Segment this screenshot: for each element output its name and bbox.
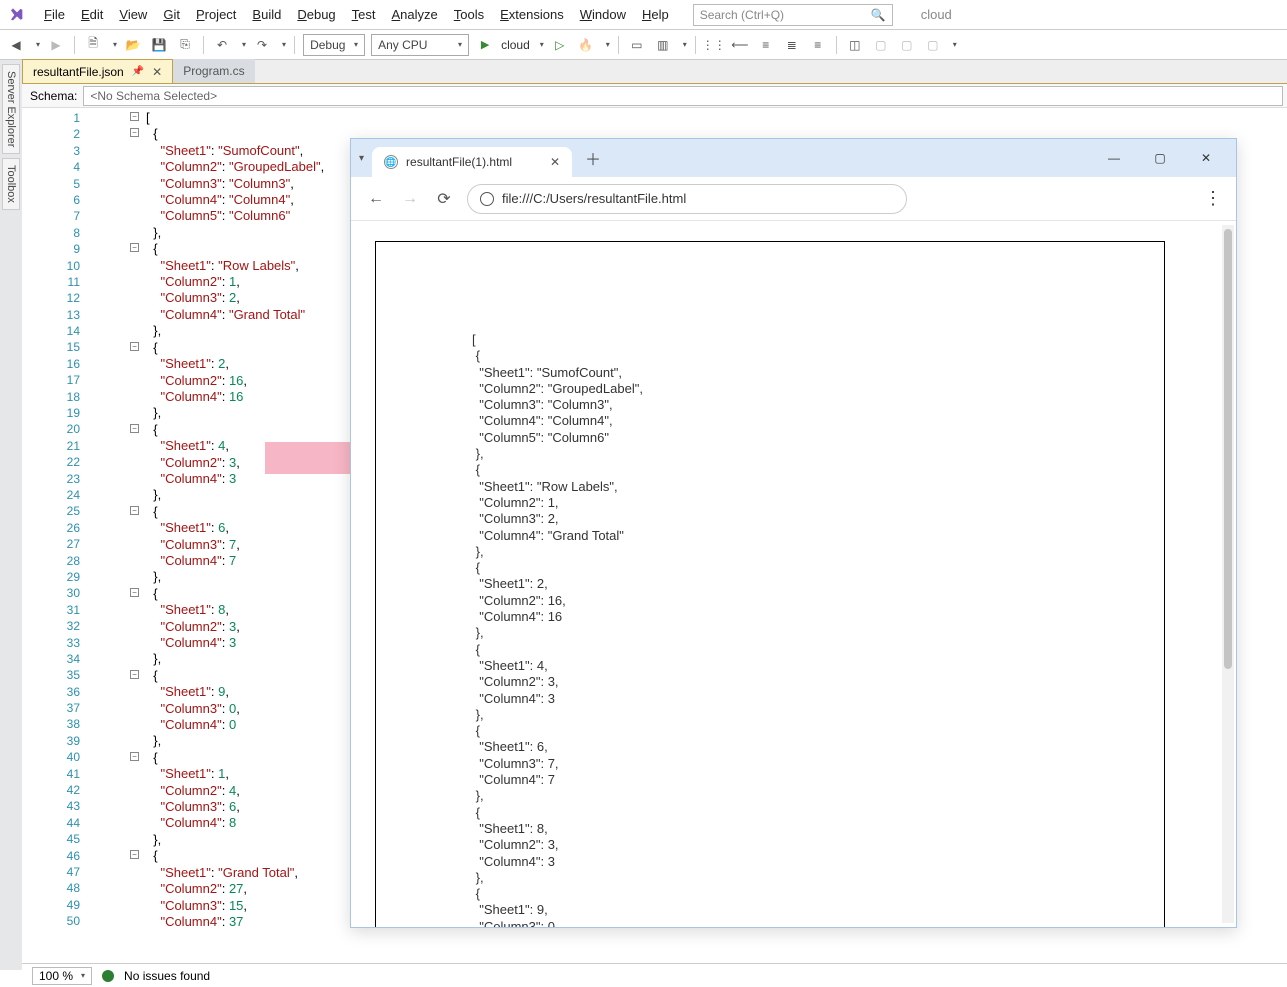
fold-toggle[interactable]: − <box>130 588 139 597</box>
menu-tools[interactable]: Tools <box>446 5 492 24</box>
zoom-combo[interactable]: 100 %▾ <box>32 967 92 985</box>
browser-tab-title: resultantFile(1).html <box>406 155 512 169</box>
document-tab-strip: resultantFile.json 📌 ✕ Program.cs <box>22 60 1287 84</box>
new-tab-button[interactable]: ＋ <box>580 145 606 171</box>
start-nodebug-button[interactable]: ▷ <box>550 35 570 55</box>
browser-menu-icon[interactable]: ⋮ <box>1204 188 1222 209</box>
sidewin-toolbox[interactable]: Toolbox <box>2 158 20 210</box>
fold-toggle[interactable]: − <box>130 506 139 515</box>
browser-forward-icon[interactable]: → <box>399 188 421 210</box>
menu-analyze[interactable]: Analyze <box>384 5 446 24</box>
close-window-icon[interactable]: ✕ <box>1192 151 1220 165</box>
status-ok-icon <box>102 970 114 982</box>
fold-toggle[interactable]: − <box>130 128 139 137</box>
globe-icon <box>480 192 494 206</box>
sidewin-server-explorer[interactable]: Server Explorer <box>2 64 20 154</box>
menu-git[interactable]: Git <box>155 5 188 24</box>
fold-toggle[interactable]: − <box>130 342 139 351</box>
browser-scroll-thumb[interactable] <box>1224 229 1232 669</box>
favicon-icon: 🌐 <box>384 155 398 169</box>
browser-tab[interactable]: 🌐 resultantFile(1).html ✕ <box>372 147 572 177</box>
close-icon[interactable]: ✕ <box>152 65 162 79</box>
search-placeholder: Search (Ctrl+Q) <box>700 8 784 22</box>
fold-toggle[interactable]: − <box>130 850 139 859</box>
start-debug-button[interactable]: ▶ <box>475 35 495 55</box>
fold-toggle[interactable]: − <box>130 670 139 679</box>
menu-file[interactable]: File <box>36 5 73 24</box>
new-project-icon[interactable]: 🗎 <box>83 35 103 55</box>
browser-tab-close-icon[interactable]: ✕ <box>550 155 560 169</box>
fold-toggle[interactable]: − <box>130 424 139 433</box>
menu-bar: FileEditViewGitProjectBuildDebugTestAnal… <box>0 0 1287 30</box>
browser-toolbar: ← → ⟳ file:///C:/Users/resultantFile.htm… <box>351 177 1236 221</box>
nav-fwd-icon[interactable]: ▶ <box>46 35 66 55</box>
tab-active-label: resultantFile.json <box>33 65 124 79</box>
minimize-icon[interactable]: ― <box>1100 151 1128 165</box>
fold-column: − − − − − − − − − − <box>130 108 142 963</box>
tb-icon-10: ▢ <box>897 35 917 55</box>
vs-logo-icon <box>6 4 28 26</box>
schema-combo[interactable]: <No Schema Selected> <box>83 86 1283 106</box>
browser-scrollbar[interactable] <box>1222 225 1234 923</box>
left-toolwindow-strip: Server Explorer Toolbox <box>0 60 22 970</box>
tb-icon-11: ▢ <box>923 35 943 55</box>
page-content: [ { "Sheet1": "SumofCount", "Column2": "… <box>472 332 643 927</box>
menu-help[interactable]: Help <box>634 5 677 24</box>
address-bar[interactable]: file:///C:/Users/resultantFile.html <box>467 184 907 214</box>
tb-icon-6[interactable]: ≣ <box>782 35 802 55</box>
fold-toggle[interactable]: − <box>130 243 139 252</box>
menu-project[interactable]: Project <box>188 5 244 24</box>
save-all-icon[interactable]: ⎘ <box>175 35 195 55</box>
browser-back-icon[interactable]: ← <box>365 188 387 210</box>
url-text: file:///C:/Users/resultantFile.html <box>502 191 686 206</box>
tb-icon-8[interactable]: ◫ <box>845 35 865 55</box>
solution-config-combo[interactable]: Debug▾ <box>303 34 365 56</box>
undo-icon[interactable]: ↶ <box>212 35 232 55</box>
menu-view[interactable]: View <box>111 5 155 24</box>
search-box[interactable]: Search (Ctrl+Q) 🔍 <box>693 4 893 26</box>
tb-icon-7[interactable]: ≡ <box>808 35 828 55</box>
issues-text: No issues found <box>124 969 210 983</box>
tab-active[interactable]: resultantFile.json 📌 ✕ <box>22 59 173 83</box>
nav-back-icon[interactable]: ◀ <box>6 35 26 55</box>
menu-test[interactable]: Test <box>344 5 384 24</box>
standard-toolbar: ◀ ▾ ▶ 🗎 ▾ 📂 💾 ⎘ ↶▾ ↷▾ Debug▾ Any CPU▾ ▶ … <box>0 30 1287 60</box>
tab-inactive[interactable]: Program.cs <box>173 59 254 83</box>
tab-dropdown-icon[interactable]: ▾ <box>359 153 364 164</box>
account-label[interactable]: cloud <box>921 7 952 22</box>
fold-toggle[interactable]: − <box>130 752 139 761</box>
menu-build[interactable]: Build <box>244 5 289 24</box>
schema-label: Schema: <box>30 89 77 103</box>
run-target[interactable]: cloud <box>501 38 530 52</box>
menu-edit[interactable]: Edit <box>73 5 111 24</box>
browser-viewport[interactable]: [ { "Sheet1": "SumofCount", "Column2": "… <box>351 221 1236 927</box>
browser-tabstrip: ▾ 🌐 resultantFile(1).html ✕ ＋ ― ▢ ✕ <box>351 139 1236 177</box>
menu-debug[interactable]: Debug <box>289 5 343 24</box>
browser-window: ▾ 🌐 resultantFile(1).html ✕ ＋ ― ▢ ✕ ← → … <box>350 138 1237 928</box>
tb-icon-1[interactable]: ▭ <box>627 35 647 55</box>
menu-extensions[interactable]: Extensions <box>492 5 572 24</box>
tb-icon-4[interactable]: ⟵ <box>730 35 750 55</box>
maximize-icon[interactable]: ▢ <box>1146 151 1174 165</box>
save-icon[interactable]: 💾 <box>149 35 169 55</box>
line-number-gutter: 1234567891011121314151617181920212223242… <box>22 108 110 963</box>
status-bar: 100 %▾ No issues found <box>22 963 1287 987</box>
solution-platform-combo[interactable]: Any CPU▾ <box>371 34 469 56</box>
browser-reload-icon[interactable]: ⟳ <box>433 188 455 210</box>
redo-icon[interactable]: ↷ <box>252 35 272 55</box>
page-frame: [ { "Sheet1": "SumofCount", "Column2": "… <box>375 241 1165 927</box>
pin-icon[interactable]: 📌 <box>132 66 144 77</box>
tb-icon-3[interactable]: ⋮⋮ <box>704 35 724 55</box>
search-icon: 🔍 <box>871 8 886 22</box>
menu-window[interactable]: Window <box>572 5 634 24</box>
tb-icon-5[interactable]: ≡ <box>756 35 776 55</box>
tb-icon-9: ▢ <box>871 35 891 55</box>
schema-bar: Schema: <No Schema Selected> <box>22 84 1287 108</box>
tab-inactive-label: Program.cs <box>183 64 244 78</box>
open-icon[interactable]: 📂 <box>123 35 143 55</box>
fold-toggle[interactable]: − <box>130 112 139 121</box>
hot-reload-icon: 🔥 <box>576 35 596 55</box>
tb-icon-2[interactable]: ▥ <box>653 35 673 55</box>
